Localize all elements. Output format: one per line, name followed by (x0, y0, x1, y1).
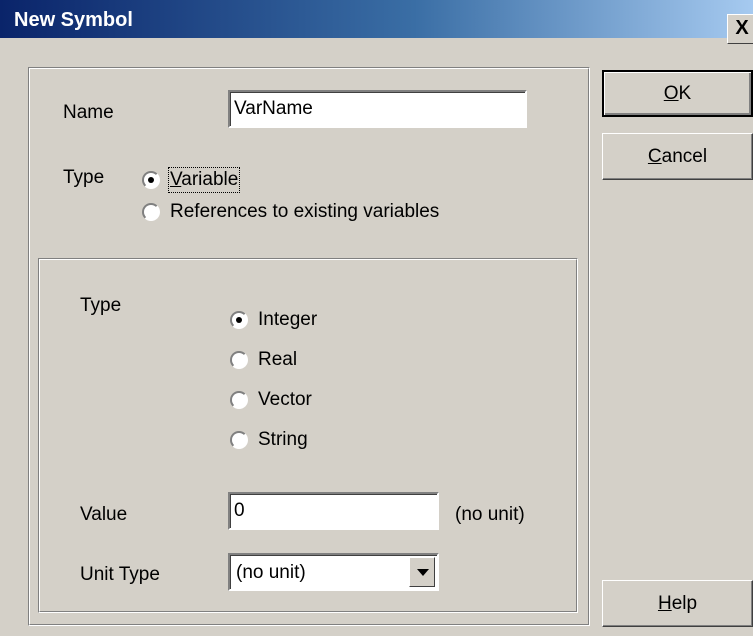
name-label: Name (63, 102, 114, 123)
value-unit-label: (no unit) (455, 504, 525, 525)
radio-string-indicator (230, 431, 248, 449)
unit-type-value: (no unit) (236, 562, 306, 583)
radio-integer-indicator (230, 311, 248, 329)
type-label: Type (80, 295, 122, 316)
radio-real[interactable]: Real (230, 349, 297, 371)
radio-integer[interactable]: Integer (230, 309, 317, 331)
close-button[interactable]: X (727, 14, 753, 44)
cancel-button[interactable]: Cancel (602, 133, 753, 180)
cancel-button-label: Cancel (647, 146, 708, 167)
value-label: Value (80, 504, 128, 525)
radio-vector-label: Vector (258, 389, 312, 410)
radio-variable-label: Variable (167, 167, 241, 193)
ok-button-label: OK (663, 83, 692, 104)
radio-references-indicator (142, 203, 160, 221)
radio-real-label: Real (258, 349, 298, 370)
radio-real-indicator (230, 351, 248, 369)
chevron-down-icon[interactable] (409, 557, 435, 587)
name-input[interactable] (228, 90, 527, 128)
value-input[interactable] (228, 492, 439, 530)
radio-vector-indicator (230, 391, 248, 409)
unit-type-label: Unit Type (80, 564, 160, 585)
radio-variable[interactable]: Variable (142, 167, 241, 193)
help-button[interactable]: Help (602, 580, 753, 627)
radio-references[interactable]: References to existing variables (142, 201, 439, 223)
unit-type-select[interactable]: (no unit) (228, 553, 439, 591)
radio-variable-indicator (142, 171, 160, 189)
close-icon: X (735, 17, 749, 39)
radio-integer-label: Integer (258, 309, 318, 330)
radio-vector[interactable]: Vector (230, 389, 312, 411)
radio-references-label: References to existing variables (170, 201, 440, 222)
radio-string-label: String (258, 429, 308, 450)
kind-label: Type (63, 167, 105, 188)
title-bar: New Symbol (0, 0, 753, 38)
ok-button[interactable]: OK (602, 70, 753, 117)
help-button-label: Help (657, 593, 698, 614)
radio-string[interactable]: String (230, 429, 308, 451)
window-title: New Symbol (14, 9, 133, 31)
